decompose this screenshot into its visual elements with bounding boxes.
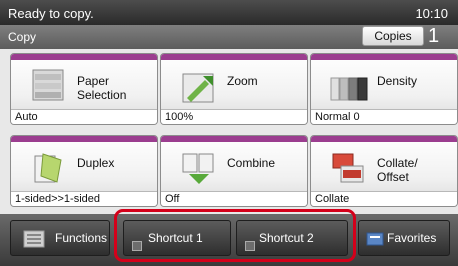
bottom-bar: Functions Shortcut 1 Shortcut 2 Favorite… — [0, 214, 458, 266]
functions-label: Functions — [55, 231, 108, 245]
combine-tile[interactable]: Combine Off — [160, 135, 308, 207]
tile-value: Off — [161, 191, 307, 206]
tile-label: Collate/ Offset — [377, 156, 418, 184]
paper-selection-tile[interactable]: Paper Selection Auto — [10, 53, 158, 125]
status-message: Ready to copy. — [8, 6, 94, 21]
functions-button[interactable]: Functions — [10, 220, 110, 256]
shortcut-2-label: Shortcut 2 — [259, 231, 314, 245]
tile-label: Density — [377, 74, 418, 88]
collate-offset-tile[interactable]: Collate/ Offset Collate — [310, 135, 458, 207]
duplex-icon — [34, 153, 62, 183]
tile-value: Auto — [11, 109, 157, 124]
tile-value: Collate — [311, 191, 457, 206]
copies-count: 1 — [428, 25, 440, 47]
duplex-tile[interactable]: Duplex 1-sided>>1-sided — [10, 135, 158, 207]
shortcut-1-label: Shortcut 1 — [148, 231, 203, 245]
collate-icon — [332, 153, 364, 183]
title-bar: Copy Copies 1 — [0, 25, 458, 49]
tile-value: Normal 0 — [311, 109, 457, 124]
tile-value: 1-sided>>1-sided — [11, 191, 157, 206]
shortcut-icon — [245, 241, 255, 251]
shortcut-2-button[interactable]: Shortcut 2 — [236, 220, 348, 256]
tile-label: Paper Selection — [77, 74, 127, 102]
copies-button[interactable]: Copies — [362, 26, 424, 46]
status-bar: Ready to copy. 10:10 — [0, 0, 458, 25]
zoom-icon — [182, 73, 214, 103]
shortcut-icon — [132, 241, 142, 251]
tile-value: 100% — [161, 109, 307, 124]
tile-label: Zoom — [227, 74, 258, 88]
function-grid: Paper Selection Auto Zoom 100% Density N… — [10, 53, 458, 208]
mode-title: Copy — [8, 30, 37, 44]
combine-icon — [182, 153, 214, 184]
zoom-tile[interactable]: Zoom 100% — [160, 53, 308, 125]
favorites-button[interactable]: Favorites — [358, 220, 450, 256]
favorites-label: Favorites — [387, 231, 437, 245]
clock: 10:10 — [415, 6, 448, 21]
functions-icon — [23, 230, 45, 248]
shortcut-1-button[interactable]: Shortcut 1 — [123, 220, 231, 256]
density-tile[interactable]: Density Normal 0 — [310, 53, 458, 125]
paper-tray-icon — [32, 69, 64, 101]
density-icon — [330, 77, 368, 101]
tile-label: Combine — [227, 156, 276, 170]
favorites-icon — [366, 232, 384, 246]
tile-label: Duplex — [77, 156, 115, 170]
